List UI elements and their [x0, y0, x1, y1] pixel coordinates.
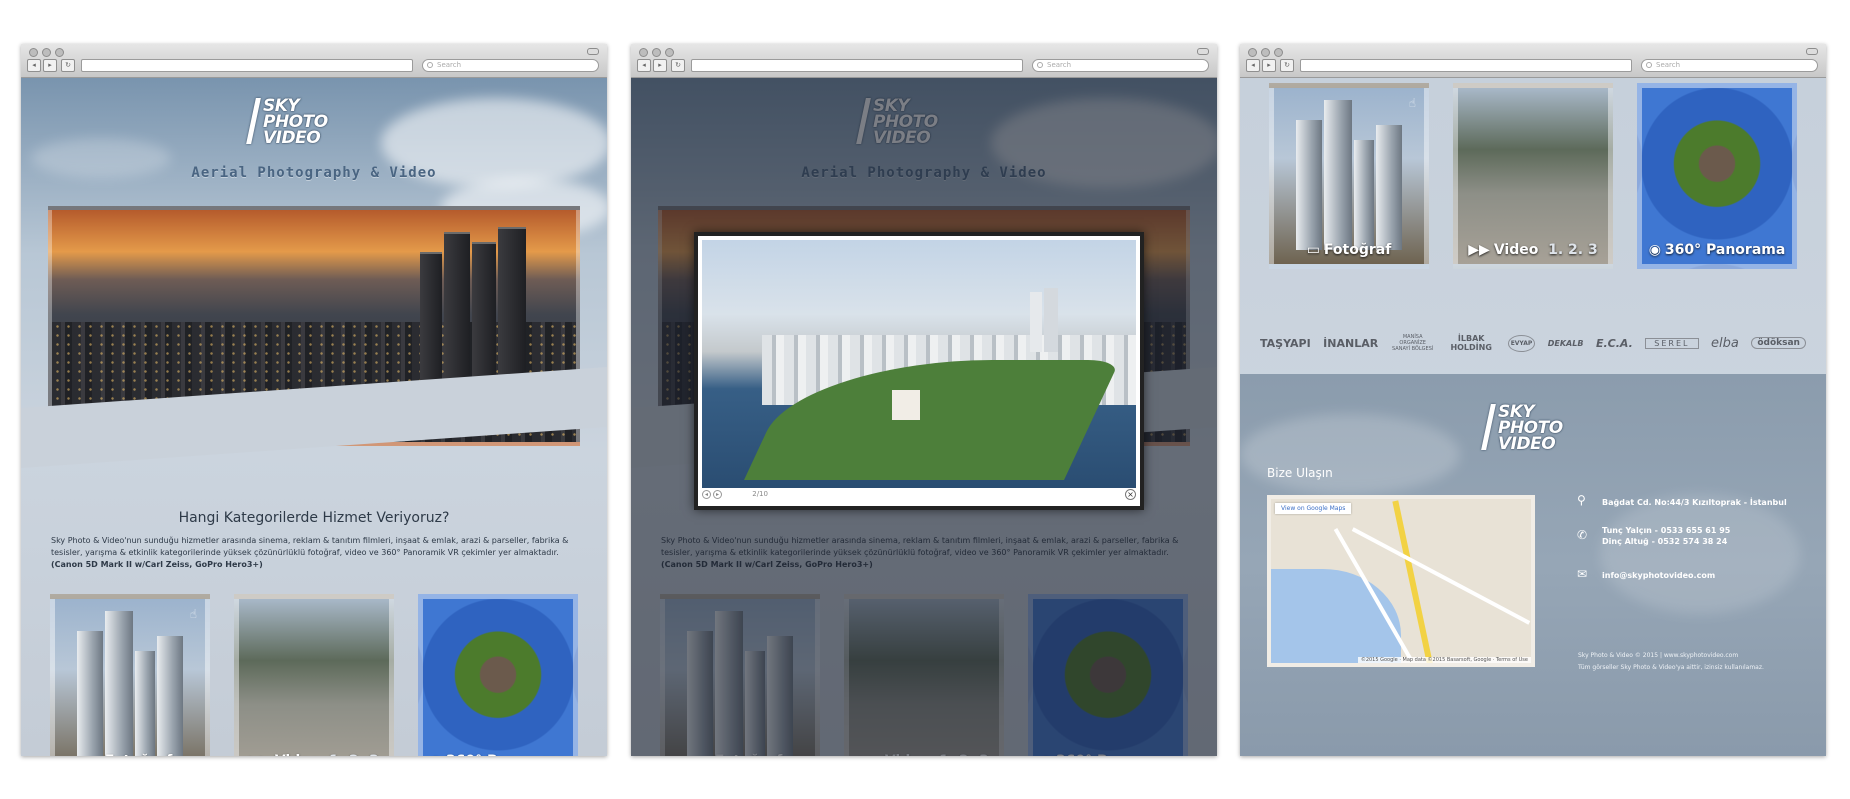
category-label: ◉360° Panorama	[423, 753, 573, 756]
lightbox-next-button[interactable]: ▸	[713, 489, 722, 499]
page: ☝ ▭ Fotoğraf ▶▶ Video 1. 2. 3 ◉ 360° Panora…	[1240, 78, 1826, 756]
category-label: ▶▶Video 1. 2. 3	[1468, 242, 1598, 258]
address-bar[interactable]	[81, 59, 413, 72]
zoom-dot[interactable]	[55, 48, 64, 57]
browser-window-home: ◂ ▸ ↻ Search SKY PHOTO VIDEO Aerial Phot…	[21, 44, 607, 756]
address-bar[interactable]	[691, 59, 1023, 72]
lightbox-prev-button[interactable]: ◂	[702, 489, 711, 499]
client-logo: E.C.A.	[1595, 336, 1633, 350]
search-input[interactable]: Search	[1641, 59, 1818, 72]
back-button[interactable]: ◂	[1246, 59, 1260, 72]
location-pin-icon: ⚲	[1577, 493, 1586, 507]
browser-window-contact: ◂ ▸ ↻ Search ☝ ▭ Fotoğraf ▶▶ Video 1. 2. 3…	[1240, 44, 1826, 756]
minimize-dot[interactable]	[42, 48, 51, 57]
address-bar[interactable]	[1300, 59, 1632, 72]
client-logo: EVYAP	[1507, 334, 1536, 352]
reload-button[interactable]: ↻	[61, 59, 75, 72]
contact-address: Bağdat Cd. No:44/3 Kızıltoprak - İstanbu…	[1602, 498, 1787, 507]
back-button[interactable]: ◂	[27, 59, 41, 72]
browser-window-lightbox: ◂ ▸ ↻ Search SKY PHOTO VIDEO Aerial Phot…	[631, 44, 1217, 756]
browser-chrome: ◂ ▸ ↻ Search	[21, 44, 607, 78]
copyright: Sky Photo & Video © 2015 | www.skyphotov…	[1578, 652, 1764, 671]
close-dot[interactable]	[639, 48, 648, 57]
browser-chrome: ◂ ▸ ↻ Search	[1240, 44, 1826, 78]
category-label: ▶▶Video 1. 2. 3	[239, 753, 389, 756]
map-credit: ©2015 Google · Map data ©2015 Basarsoft,…	[1357, 657, 1531, 663]
phone-icon: ✆	[1577, 528, 1588, 542]
category-panorama-card[interactable]: ◉360° Panorama	[418, 594, 578, 756]
footer-logo[interactable]: SKY PHOTO VIDEO	[1481, 404, 1563, 453]
zoom-dot[interactable]	[665, 48, 674, 57]
client-logo: elba	[1711, 335, 1739, 351]
category-panorama-card[interactable]: ◉360° Panorama	[1637, 83, 1797, 269]
close-dot[interactable]	[29, 48, 38, 57]
contact-email[interactable]: info@skyphotovideo.com	[1602, 570, 1715, 581]
hand-pointer-icon: ☝	[1408, 96, 1416, 110]
resize-icon[interactable]	[1197, 48, 1209, 55]
contact-footer: SKY PHOTO VIDEO Bize Ulaşın View on Goog…	[1240, 374, 1826, 756]
client-logo: TAŞYAPI	[1260, 336, 1311, 350]
client-logo: İNANLAR	[1323, 336, 1379, 350]
zoom-dot[interactable]	[1274, 48, 1283, 57]
resize-icon[interactable]	[587, 48, 599, 55]
contact-title: Bize Ulaşın	[1267, 466, 1333, 480]
category-video-card[interactable]: ▶▶Video 1. 2. 3	[1453, 83, 1613, 269]
search-icon	[1037, 62, 1043, 68]
lightbox-controls: ◂ ▸ 2/10 ×	[702, 485, 1136, 503]
fast-forward-icon: ▶▶	[1468, 242, 1490, 258]
forward-button[interactable]: ▸	[43, 59, 57, 72]
site-logo[interactable]: SKY PHOTO VIDEO	[246, 98, 328, 147]
mail-icon: ✉	[1577, 567, 1588, 581]
client-logos: TAŞYAPI İNANLAR MANİSA ORGANİZE SANAYİ B…	[1260, 330, 1806, 356]
category-label: ▭Fotoğraf	[1306, 242, 1392, 258]
lightbox-counter: 2/10	[752, 490, 768, 498]
photo-icon: ▭	[1306, 242, 1320, 258]
minimize-dot[interactable]	[1261, 48, 1270, 57]
search-icon	[1646, 62, 1652, 68]
services-text: Sky Photo & Video'nun sunduğu hizmetler …	[51, 536, 569, 569]
reload-button[interactable]: ↻	[1280, 59, 1294, 72]
minimize-dot[interactable]	[652, 48, 661, 57]
photo-icon: ▭	[88, 753, 101, 756]
client-logo: DEKALB	[1547, 338, 1584, 348]
lightbox-close-button[interactable]: ×	[1125, 489, 1136, 500]
services-heading: Hangi Kategorilerde Hizmet Veriyoruz?	[178, 510, 450, 526]
tagline: Aerial Photography & Video	[191, 165, 437, 181]
browser-chrome: ◂ ▸ ↻ Search	[631, 44, 1217, 78]
eye-icon: ◉	[1648, 242, 1661, 258]
client-logo: SEREL	[1645, 337, 1699, 349]
back-button[interactable]: ◂	[637, 59, 651, 72]
view-on-google-maps-link[interactable]: View on Google Maps	[1275, 503, 1352, 514]
forward-button[interactable]: ▸	[653, 59, 667, 72]
eye-icon: ◉	[430, 753, 442, 756]
resize-icon[interactable]	[1806, 48, 1818, 55]
category-video-card[interactable]: ▶▶Video 1. 2. 3	[234, 594, 394, 756]
close-dot[interactable]	[1248, 48, 1257, 57]
reload-button[interactable]: ↻	[671, 59, 685, 72]
category-photo-card[interactable]: ☝ ▭Fotoğraf	[1269, 83, 1429, 269]
client-logo: ödöksan	[1751, 337, 1806, 349]
client-logo: İLBAK HOLDİNG	[1450, 334, 1492, 352]
google-map[interactable]: View on Google Maps ©2015 Google · Map d…	[1267, 495, 1535, 667]
forward-button[interactable]: ▸	[1262, 59, 1276, 72]
fast-forward-icon: ▶▶	[249, 753, 271, 756]
search-input[interactable]: Search	[1032, 59, 1209, 72]
page: SKY PHOTO VIDEO Aerial Photography & Vid…	[631, 78, 1217, 756]
category-photo-card[interactable]: ☝ ▭Fotoğraf	[50, 594, 210, 756]
page: SKY PHOTO VIDEO Aerial Photography & Vid…	[21, 78, 607, 756]
search-input[interactable]: Search	[422, 59, 599, 72]
category-label: ◉360° Panorama	[1648, 242, 1786, 258]
lightbox-image	[702, 240, 1136, 488]
category-label: ▭Fotoğraf	[55, 753, 205, 756]
lightbox: ◂ ▸ 2/10 ×	[694, 232, 1144, 510]
client-logo: MANİSA ORGANİZE SANAYİ BÖLGESİ	[1392, 334, 1434, 352]
search-icon	[427, 62, 433, 68]
hand-pointer-icon: ☝	[189, 607, 197, 621]
contact-phones: Tunç Yalçın - 0533 655 61 95 Dinç Altuğ …	[1602, 526, 1731, 546]
